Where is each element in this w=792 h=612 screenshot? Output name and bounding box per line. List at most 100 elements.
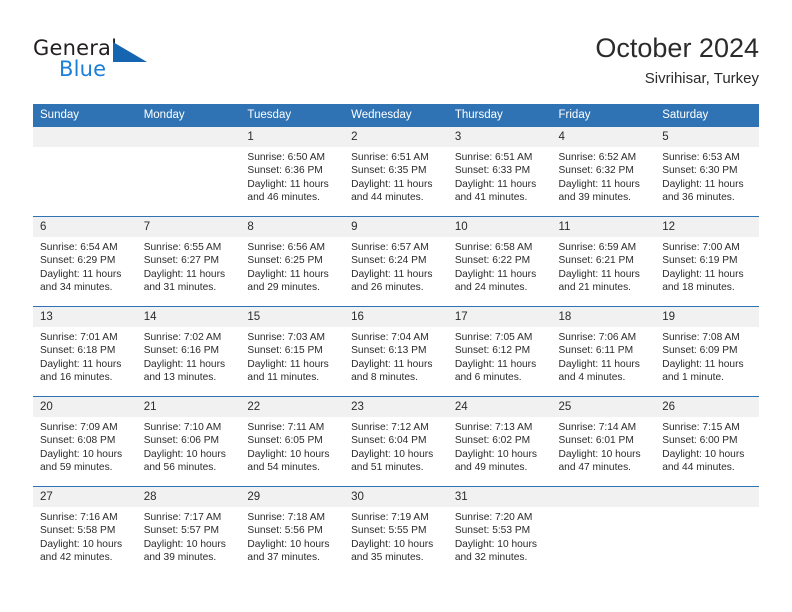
daylight-text-line2: and 16 minutes. <box>40 371 113 383</box>
calendar-day-cell[interactable]: 2 Sunrise: 6:51 AM Sunset: 6:35 PM Daylight… <box>344 126 448 217</box>
calendar-day-cell[interactable]: 26 Sunrise: 7:15 AM Sunset: 6:00 PM Dayligh… <box>655 396 759 487</box>
sunset-text: Sunset: 6:02 PM <box>454 435 531 447</box>
calendar-day-cell-empty <box>136 126 241 217</box>
calendar-day-cell[interactable]: 6 Sunrise: 6:54 AM Sunset: 6:29 PM Daylight… <box>33 216 137 307</box>
daylight-text-line2: and 1 minute. <box>662 371 724 383</box>
calendar-day-cell[interactable]: 9 Sunrise: 6:57 AM Sunset: 6:24 PM Daylight… <box>344 216 448 307</box>
daylight-text-line2: and 46 minutes. <box>247 191 320 203</box>
calendar-day-cell[interactable]: 28 Sunrise: 7:17 AM Sunset: 5:57 PM Dayligh… <box>136 486 241 576</box>
daylight-text-line2: and 51 minutes. <box>351 461 424 473</box>
calendar-day-cell[interactable]: 20 Sunrise: 7:09 AM Sunset: 6:08 PM Dayligh… <box>33 396 137 487</box>
daylight-text-line1: Daylight: 10 hours <box>40 538 123 550</box>
day-details: Sunrise: 7:01 AM Sunset: 6:18 PM Daylight:… <box>33 327 137 384</box>
sunset-text: Sunset: 6:29 PM <box>40 255 116 267</box>
daylight-text-line1: Daylight: 11 hours <box>558 268 640 280</box>
sunset-text: Sunset: 6:12 PM <box>454 345 531 357</box>
day-details: Sunrise: 7:03 AM Sunset: 6:15 PM Daylight:… <box>240 327 344 384</box>
calendar-day-cell[interactable]: 31 Sunrise: 7:20 AM Sunset: 5:53 PM Dayligh… <box>447 486 552 576</box>
sunrise-text: Sunrise: 6:58 AM <box>454 242 533 253</box>
calendar-day-cell[interactable]: 30 Sunrise: 7:19 AM Sunset: 5:55 PM Dayligh… <box>344 486 448 576</box>
day-number: 9 <box>344 217 448 237</box>
sunrise-text: Sunrise: 7:03 AM <box>247 332 325 343</box>
calendar-day-cell[interactable]: 12 Sunrise: 7:00 AM Sunset: 6:19 PM Dayligh… <box>655 216 759 307</box>
day-number: 23 <box>344 397 448 417</box>
sunset-text: Sunset: 5:58 PM <box>40 525 116 537</box>
sunset-text: Sunset: 6:08 PM <box>40 435 116 447</box>
day-number: 17 <box>447 307 552 327</box>
calendar-day-cell-empty <box>551 486 656 576</box>
calendar-day-cell[interactable]: 16 Sunrise: 7:04 AM Sunset: 6:13 PM Dayligh… <box>344 306 448 397</box>
calendar-day-cell-empty <box>33 126 137 217</box>
day-details: Sunrise: 7:15 AM Sunset: 6:00 PM Daylight:… <box>655 417 759 474</box>
daylight-text-line1: Daylight: 11 hours <box>247 268 329 280</box>
daylight-text-line2: and 44 minutes. <box>351 191 424 203</box>
calendar-day-cell[interactable]: 23 Sunrise: 7:12 AM Sunset: 6:04 PM Dayligh… <box>344 396 448 487</box>
sunset-text: Sunset: 6:30 PM <box>662 165 738 177</box>
daylight-text-line1: Daylight: 10 hours <box>143 538 226 550</box>
sunset-text: Sunset: 5:53 PM <box>454 525 531 537</box>
weekday-header-friday: Friday <box>551 104 656 127</box>
day-number: 5 <box>655 127 759 147</box>
daylight-text-line1: Daylight: 10 hours <box>662 448 745 460</box>
sunset-text: Sunset: 6:21 PM <box>558 255 634 267</box>
daylight-text-line2: and 47 minutes. <box>558 461 632 473</box>
calendar-day-cell[interactable]: 10 Sunrise: 6:58 AM Sunset: 6:22 PM Dayligh… <box>447 216 552 307</box>
daylight-text-line1: Daylight: 11 hours <box>247 178 329 190</box>
logo-text-blue: Blue <box>59 57 107 81</box>
calendar-day-cell[interactable]: 27 Sunrise: 7:16 AM Sunset: 5:58 PM Dayligh… <box>33 486 137 576</box>
calendar-day-cell[interactable]: 8 Sunrise: 6:56 AM Sunset: 6:25 PM Daylight… <box>240 216 345 307</box>
daylight-text-line1: Daylight: 11 hours <box>558 178 640 190</box>
calendar-day-cell[interactable]: 18 Sunrise: 7:06 AM Sunset: 6:11 PM Dayligh… <box>551 306 656 397</box>
calendar-day-cell[interactable]: 22 Sunrise: 7:11 AM Sunset: 6:05 PM Dayligh… <box>240 396 345 487</box>
calendar-day-cell[interactable]: 19 Sunrise: 7:08 AM Sunset: 6:09 PM Dayligh… <box>655 306 759 397</box>
day-number: 15 <box>240 307 345 327</box>
page-title: October 2024 <box>595 33 759 63</box>
daylight-text-line1: Daylight: 11 hours <box>351 178 433 190</box>
day-number <box>655 487 759 507</box>
daylight-text-line2: and 39 minutes. <box>558 191 632 203</box>
calendar-day-cell[interactable]: 5 Sunrise: 6:53 AM Sunset: 6:30 PM Daylight… <box>655 126 759 217</box>
sunset-text: Sunset: 5:55 PM <box>351 525 427 537</box>
day-details: Sunrise: 6:51 AM Sunset: 6:33 PM Daylight:… <box>448 147 552 204</box>
day-number: 27 <box>33 487 137 507</box>
sunset-text: Sunset: 6:33 PM <box>454 165 531 177</box>
daylight-text-line2: and 8 minutes. <box>351 371 418 383</box>
day-details: Sunrise: 7:16 AM Sunset: 5:58 PM Daylight:… <box>33 507 137 564</box>
calendar-day-cell[interactable]: 25 Sunrise: 7:14 AM Sunset: 6:01 PM Dayligh… <box>551 396 656 487</box>
day-details: Sunrise: 7:05 AM Sunset: 6:12 PM Daylight:… <box>448 327 552 384</box>
daylight-text-line2: and 34 minutes. <box>40 281 113 293</box>
day-number: 16 <box>344 307 448 327</box>
calendar-day-cell[interactable]: 17 Sunrise: 7:05 AM Sunset: 6:12 PM Dayligh… <box>447 306 552 397</box>
calendar-day-cell[interactable]: 21 Sunrise: 7:10 AM Sunset: 6:06 PM Dayligh… <box>136 396 241 487</box>
daylight-text-line1: Daylight: 10 hours <box>351 538 434 550</box>
calendar-week-row: 6 Sunrise: 6:54 AM Sunset: 6:29 PM Daylight… <box>33 216 759 307</box>
sunset-text: Sunset: 6:11 PM <box>558 345 634 357</box>
daylight-text-line1: Daylight: 11 hours <box>143 268 226 280</box>
calendar-day-cell[interactable]: 29 Sunrise: 7:18 AM Sunset: 5:56 PM Dayligh… <box>240 486 345 576</box>
general-blue-logo[interactable]: General Blue <box>33 36 213 88</box>
calendar-day-cell[interactable]: 4 Sunrise: 6:52 AM Sunset: 6:32 PM Daylight… <box>551 126 656 217</box>
daylight-text-line2: and 35 minutes. <box>351 551 424 563</box>
calendar-week-row: 1 Sunrise: 6:50 AM Sunset: 6:36 PM Daylight… <box>33 126 759 217</box>
sunrise-text: Sunrise: 6:51 AM <box>454 152 533 163</box>
sunrise-text: Sunrise: 7:06 AM <box>558 332 637 343</box>
calendar-day-cell[interactable]: 1 Sunrise: 6:50 AM Sunset: 6:36 PM Daylight… <box>240 126 345 217</box>
daylight-text-line2: and 11 minutes. <box>247 371 320 383</box>
daylight-text-line2: and 49 minutes. <box>454 461 528 473</box>
day-number: 11 <box>551 217 656 237</box>
calendar-day-cell[interactable]: 7 Sunrise: 6:55 AM Sunset: 6:27 PM Daylight… <box>136 216 241 307</box>
sunset-text: Sunset: 6:27 PM <box>143 255 220 267</box>
day-details: Sunrise: 6:57 AM Sunset: 6:24 PM Daylight:… <box>344 237 448 294</box>
sunrise-text: Sunrise: 7:20 AM <box>454 512 533 523</box>
calendar-header-row: Sunday Monday Tuesday Wednesday Thursday… <box>33 104 759 127</box>
calendar-day-cell[interactable]: 15 Sunrise: 7:03 AM Sunset: 6:15 PM Dayligh… <box>240 306 345 397</box>
day-details: Sunrise: 6:55 AM Sunset: 6:27 PM Daylight:… <box>137 237 241 294</box>
calendar-day-cell[interactable]: 11 Sunrise: 6:59 AM Sunset: 6:21 PM Dayligh… <box>551 216 656 307</box>
calendar-day-cell[interactable]: 24 Sunrise: 7:13 AM Sunset: 6:02 PM Dayligh… <box>447 396 552 487</box>
calendar-day-cell[interactable]: 14 Sunrise: 7:02 AM Sunset: 6:16 PM Dayligh… <box>136 306 241 397</box>
calendar-day-cell[interactable]: 3 Sunrise: 6:51 AM Sunset: 6:33 PM Daylight… <box>447 126 552 217</box>
page-subtitle: Sivrihisar, Turkey <box>644 70 759 87</box>
sunrise-text: Sunrise: 7:19 AM <box>351 512 429 523</box>
calendar-day-cell[interactable]: 13 Sunrise: 7:01 AM Sunset: 6:18 PM Dayligh… <box>33 306 137 397</box>
sunset-text: Sunset: 6:25 PM <box>247 255 323 267</box>
